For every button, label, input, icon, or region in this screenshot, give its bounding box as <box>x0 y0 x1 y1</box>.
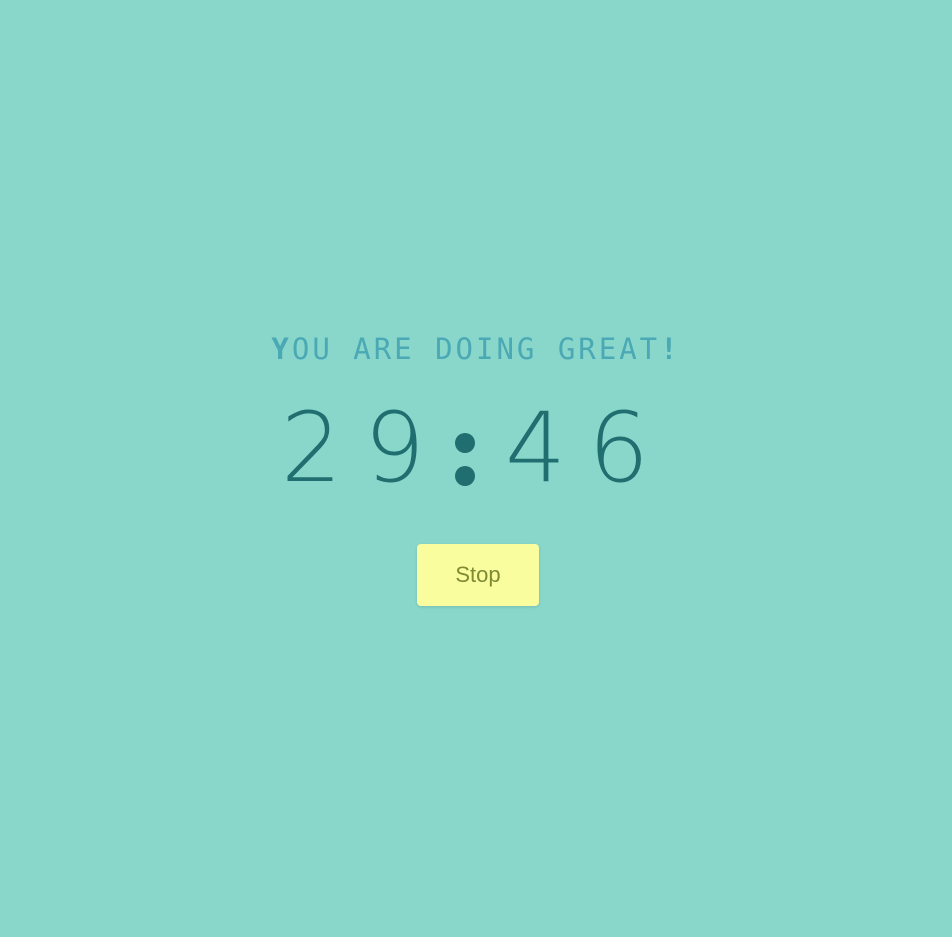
encouragement-message: YOU ARE DOING GREAT! <box>0 331 952 367</box>
timer-seconds: 46 <box>505 392 672 504</box>
message-lead-letter: Y <box>271 332 292 366</box>
timer-minutes: 29 <box>280 392 447 504</box>
stop-button[interactable]: Stop <box>417 544 539 606</box>
timer-colon <box>455 398 475 498</box>
countdown-timer: 29 46 <box>0 398 952 498</box>
pomodoro-screen: YOU ARE DOING GREAT! 29 46 Stop <box>0 0 952 937</box>
message-text: OU ARE DOING GREAT <box>291 332 661 366</box>
message-exclamation: ! <box>660 332 681 366</box>
